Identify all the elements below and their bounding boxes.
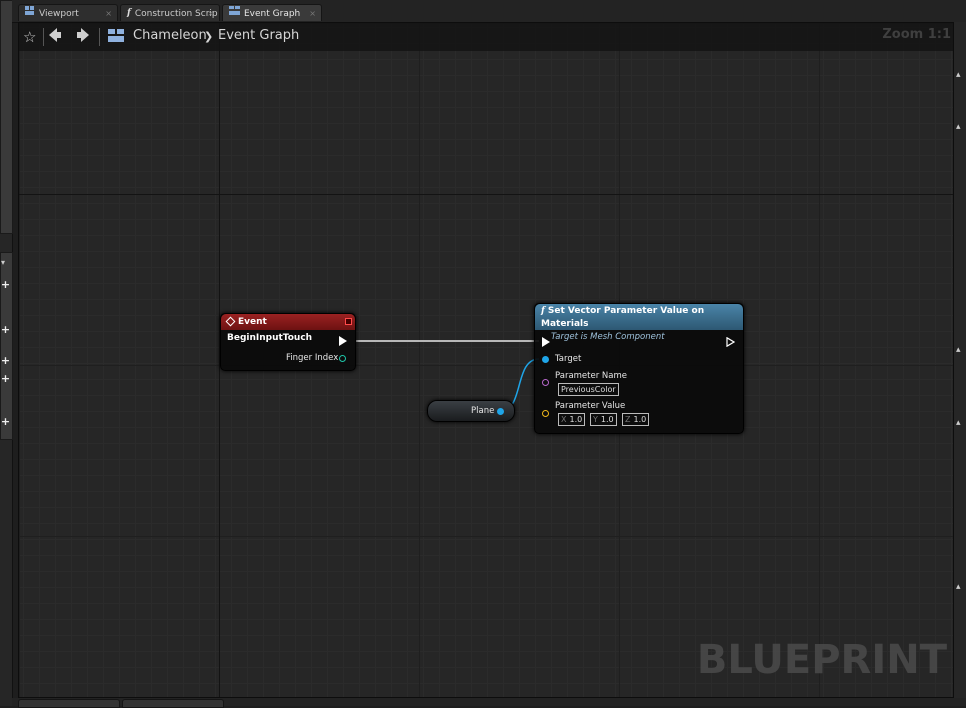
- bottom-tab-bar: [12, 698, 966, 708]
- set-vector-parameter-node[interactable]: f Set Vector Parameter Value on Materials…: [534, 303, 744, 434]
- add-icon[interactable]: +: [0, 279, 11, 290]
- target-label: Target: [555, 354, 582, 364]
- node-header: f Set Vector Parameter Value on Materials…: [535, 304, 743, 342]
- bottom-tab[interactable]: [122, 699, 224, 708]
- wire-layer: [355, 340, 540, 412]
- z-field[interactable]: Z 1.0: [622, 413, 650, 426]
- finger-index-pin[interactable]: [339, 355, 346, 362]
- left-panel-top: [0, 0, 13, 234]
- plane-variable-node[interactable]: Plane: [427, 400, 515, 422]
- tab-label: Viewport: [39, 9, 79, 19]
- tab-viewport[interactable]: Viewport ×: [18, 4, 118, 21]
- node-title: Event BeginInputTouch: [227, 317, 313, 343]
- x-axis-label: X: [561, 415, 567, 424]
- tab-label: Event Graph: [244, 9, 301, 19]
- event-graph-icon: [229, 5, 240, 21]
- node-subtitle: Target is Mesh Component: [551, 332, 665, 342]
- plane-output-pin[interactable]: [497, 408, 504, 415]
- left-side-panel: ▾ + + + + +: [0, 0, 13, 706]
- add-icon[interactable]: +: [0, 373, 11, 384]
- tab-event-graph[interactable]: Event Graph ×: [222, 4, 322, 21]
- exec-input-pin[interactable]: [542, 337, 550, 347]
- node-header: Event BeginInputTouch: [221, 314, 355, 343]
- y-axis-label: Y: [593, 415, 598, 424]
- blueprint-watermark: BLUEPRINT: [696, 637, 947, 683]
- exec-output-pin[interactable]: [726, 337, 735, 347]
- tab-construction-script[interactable]: f Construction Scrip ×: [120, 4, 220, 21]
- event-begin-input-touch-node[interactable]: Event BeginInputTouch Finger Index: [220, 313, 356, 371]
- y-value: 1.0: [600, 415, 614, 424]
- graph-canvas[interactable]: ☆ Chameleon ❯ Event Graph Zoom 1:1 Event…: [18, 22, 954, 698]
- parameter-name-label: Parameter Name: [555, 371, 628, 381]
- node-title: Set Vector Parameter Value on Materials: [541, 306, 705, 329]
- function-icon: f: [541, 306, 545, 316]
- viewport-icon: [25, 5, 35, 21]
- editor-tab-bar: Viewport × f Construction Scrip × Event G…: [12, 0, 966, 23]
- tab-close-icon[interactable]: ×: [105, 5, 112, 21]
- target-pin[interactable]: [542, 356, 549, 363]
- parameter-name-field[interactable]: PreviousColor: [558, 383, 619, 396]
- z-axis-label: Z: [625, 415, 631, 424]
- add-icon[interactable]: +: [0, 324, 11, 335]
- parameter-value-pin[interactable]: [542, 410, 549, 417]
- finger-index-label: Finger Index: [286, 353, 339, 363]
- parameter-value-label: Parameter Value: [555, 401, 626, 411]
- tab-close-icon[interactable]: ×: [309, 5, 316, 21]
- splitter-handle-icon[interactable]: ▴: [956, 418, 961, 428]
- splitter-handle-icon[interactable]: ▴: [956, 70, 961, 80]
- y-field[interactable]: Y 1.0: [590, 413, 617, 426]
- z-value: 1.0: [633, 415, 647, 424]
- bottom-tab[interactable]: [18, 699, 120, 708]
- event-icon: [225, 316, 236, 327]
- splitter-handle-icon[interactable]: ▴: [956, 582, 961, 592]
- x-value: 1.0: [569, 415, 583, 424]
- parameter-name-pin[interactable]: [542, 379, 549, 386]
- splitter-handle-icon[interactable]: ▴: [956, 122, 961, 132]
- tab-close-icon[interactable]: ×: [207, 5, 214, 21]
- exec-output-pin[interactable]: [339, 336, 347, 346]
- right-side-panel: ▴ ▴ ▴ ▴ ▴: [954, 22, 966, 706]
- add-icon[interactable]: +: [0, 416, 11, 427]
- collapse-caret-icon[interactable]: ▾: [1, 258, 5, 267]
- plane-label: Plane: [471, 406, 495, 416]
- x-field[interactable]: X 1.0: [558, 413, 586, 426]
- tab-label: Construction Scrip: [134, 9, 218, 19]
- delegate-pin-icon[interactable]: [345, 318, 352, 325]
- function-icon: f: [127, 8, 131, 18]
- add-icon[interactable]: +: [0, 355, 11, 366]
- splitter-handle-icon[interactable]: ▴: [956, 345, 961, 355]
